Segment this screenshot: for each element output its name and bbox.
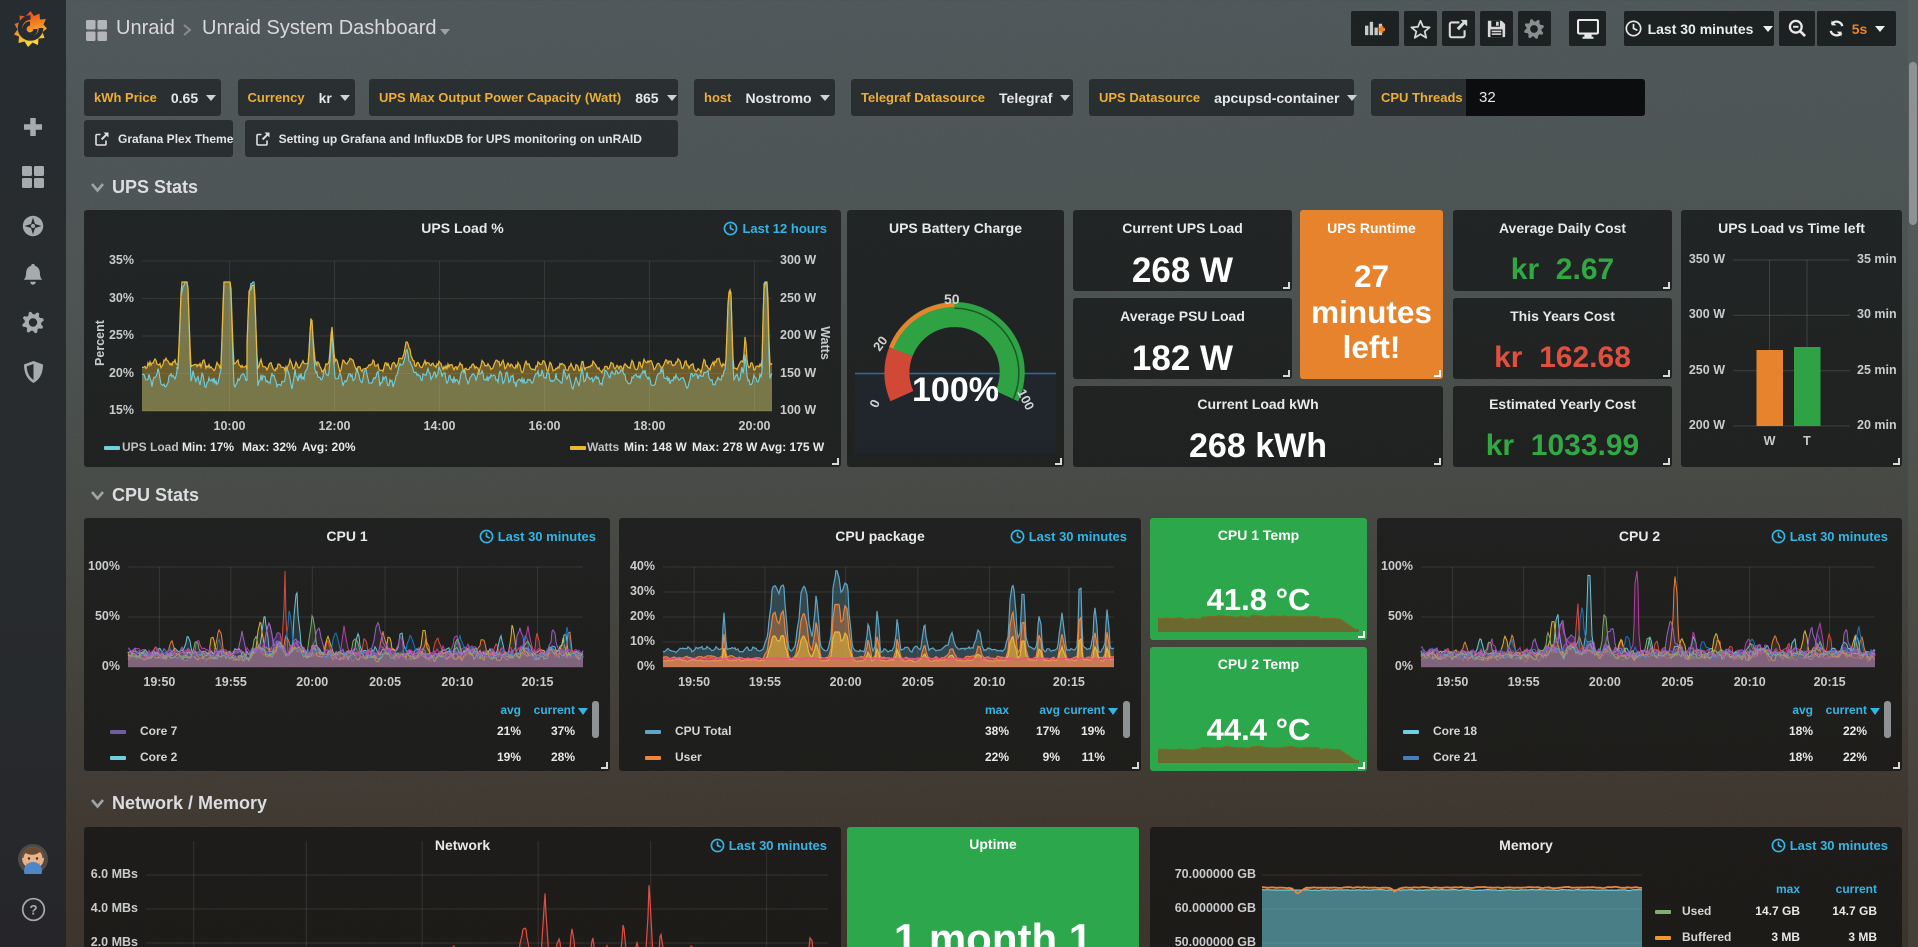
svg-text:?: ? [29,903,37,918]
